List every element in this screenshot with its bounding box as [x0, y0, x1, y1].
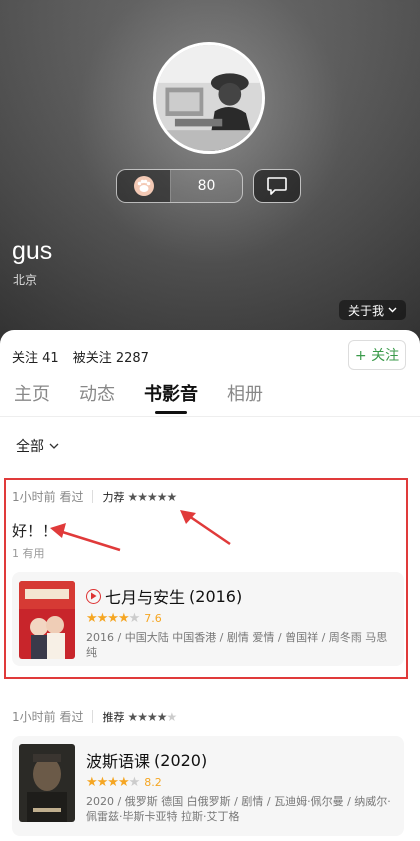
poster-image [19, 744, 75, 822]
chevron-down-icon [49, 443, 59, 449]
tabs-divider [0, 416, 420, 417]
rating-stars: ★★★★★ [86, 775, 140, 790]
following-count[interactable]: 关注 41 [12, 347, 59, 366]
chevron-down-icon [388, 307, 397, 313]
movie-poster [19, 744, 75, 822]
tab-books-movies-music[interactable]: 书影音 [144, 380, 198, 412]
profile-tabs: 主页 动态 书影音 相册 [14, 380, 263, 412]
rating-score: 8.2 [144, 776, 162, 789]
avatar[interactable] [153, 42, 265, 154]
about-me-label: 关于我 [347, 303, 384, 318]
paw-like-button[interactable] [117, 170, 171, 202]
movie-rating: ★★★★★ 8.2 [86, 775, 162, 790]
movie-title-row: 波斯语课 (2020) [86, 748, 207, 772]
follow-button[interactable]: + 关注 [348, 340, 406, 370]
item-meta: 1小时前 看过 推荐 ★★★★★ [12, 708, 177, 725]
movie-info: 2020 / 俄罗斯 德国 白俄罗斯 / 剧情 / 瓦迪姆·佩尔曼 / 纳威尔·… [86, 795, 391, 823]
tab-activity[interactable]: 动态 [79, 380, 115, 412]
item-time: 1小时前 看过 [12, 710, 84, 724]
chat-bubble-icon [267, 177, 287, 195]
filter-dropdown[interactable]: 全部 [16, 436, 59, 456]
movie-title: 波斯语课 [86, 752, 151, 771]
user-rating-stars: ★★★★★ [127, 709, 177, 724]
location: 北京 [13, 273, 38, 287]
about-me-button[interactable]: 关于我 [339, 300, 406, 320]
recommend-label: 推荐 [102, 710, 125, 724]
annotation-arrows [50, 510, 231, 552]
avatar-photo [156, 45, 262, 151]
follow-stats: 关注 41 被关注 2287 [12, 347, 149, 366]
username: gus [12, 237, 53, 265]
movie-year: (2020) [154, 750, 208, 770]
tab-album[interactable]: 相册 [227, 380, 263, 412]
tab-home[interactable]: 主页 [14, 380, 50, 412]
like-group: 80 [116, 169, 243, 203]
message-button[interactable] [253, 169, 301, 203]
paw-icon [133, 176, 154, 196]
filter-label: 全部 [16, 439, 44, 455]
movie-card[interactable]: 波斯语课 (2020) ★★★★★ 8.2 2020 / 俄罗斯 德国 白俄罗斯… [12, 736, 404, 836]
followers-count[interactable]: 被关注 2287 [73, 347, 149, 366]
profile-header: 80 gus 北京 关于我 [0, 0, 420, 345]
separator [92, 710, 94, 723]
like-count: 80 [197, 178, 216, 194]
